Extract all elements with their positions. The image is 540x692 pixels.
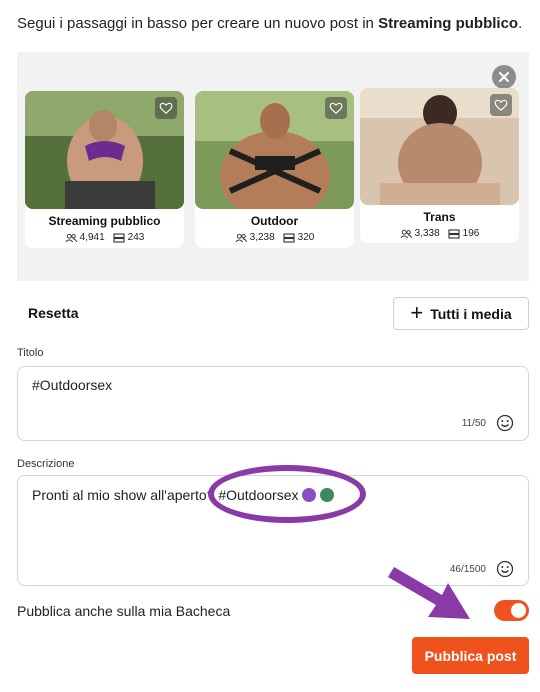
channel-name: Outdoor (250, 214, 299, 228)
channel-thumbnail (25, 91, 184, 209)
emoji-picker-icon[interactable] (496, 414, 514, 432)
users-icon (235, 233, 247, 242)
followers-count: 3,238 (235, 232, 275, 243)
followers-count: 3,338 (400, 228, 440, 239)
description-label: Descrizione (17, 458, 75, 470)
users-icon (400, 229, 412, 238)
channel-name: Trans (423, 210, 456, 224)
stack-icon (283, 232, 295, 243)
reset-button[interactable]: Resetta (28, 305, 79, 321)
all-media-label: Tutti i media (430, 305, 512, 322)
close-icon[interactable] (492, 65, 516, 89)
intro-text: Segui i passaggi in basso per creare un … (17, 15, 523, 32)
posts-count: 320 (283, 232, 314, 243)
title-input[interactable]: #Outdoorsex 11/50 (17, 366, 529, 441)
favorite-heart-icon[interactable] (490, 94, 512, 116)
annotation-arrow-icon (388, 567, 470, 619)
favorite-heart-icon[interactable] (155, 97, 177, 119)
channel-card-trans[interactable]: Trans 3,338 196 (360, 88, 519, 243)
favorite-heart-icon[interactable] (325, 97, 347, 119)
toggle-knob (511, 603, 526, 618)
channel-name: Streaming pubblico (48, 214, 161, 228)
title-char-counter: 11/50 (461, 418, 486, 429)
followers-count: 4,941 (65, 232, 105, 243)
all-media-button[interactable]: + Tutti i media (393, 297, 529, 330)
wall-toggle-label: Pubblica anche sulla mia Bacheca (17, 603, 231, 619)
emoji-picker-icon[interactable] (496, 560, 514, 578)
channel-card-streaming-pubblico[interactable]: Streaming pubblico 4,941 243 (25, 91, 184, 248)
stack-icon (448, 228, 460, 239)
title-value: #Outdoorsex (32, 377, 113, 393)
title-label: Titolo (17, 347, 44, 359)
publish-post-button[interactable]: Pubblica post (412, 637, 529, 674)
intro-channel-name: Streaming pubblico (378, 15, 519, 32)
users-icon (65, 233, 77, 242)
annotation-highlight-ring (208, 465, 366, 523)
channel-thumbnail (195, 91, 354, 209)
channel-card-outdoor[interactable]: Outdoor 3,238 320 (195, 91, 354, 248)
plus-icon: + (410, 299, 424, 325)
stack-icon (113, 232, 125, 243)
posts-count: 196 (448, 228, 479, 239)
wall-toggle-switch[interactable] (494, 600, 529, 621)
posts-count: 243 (113, 232, 144, 243)
channel-thumbnail (360, 88, 519, 205)
